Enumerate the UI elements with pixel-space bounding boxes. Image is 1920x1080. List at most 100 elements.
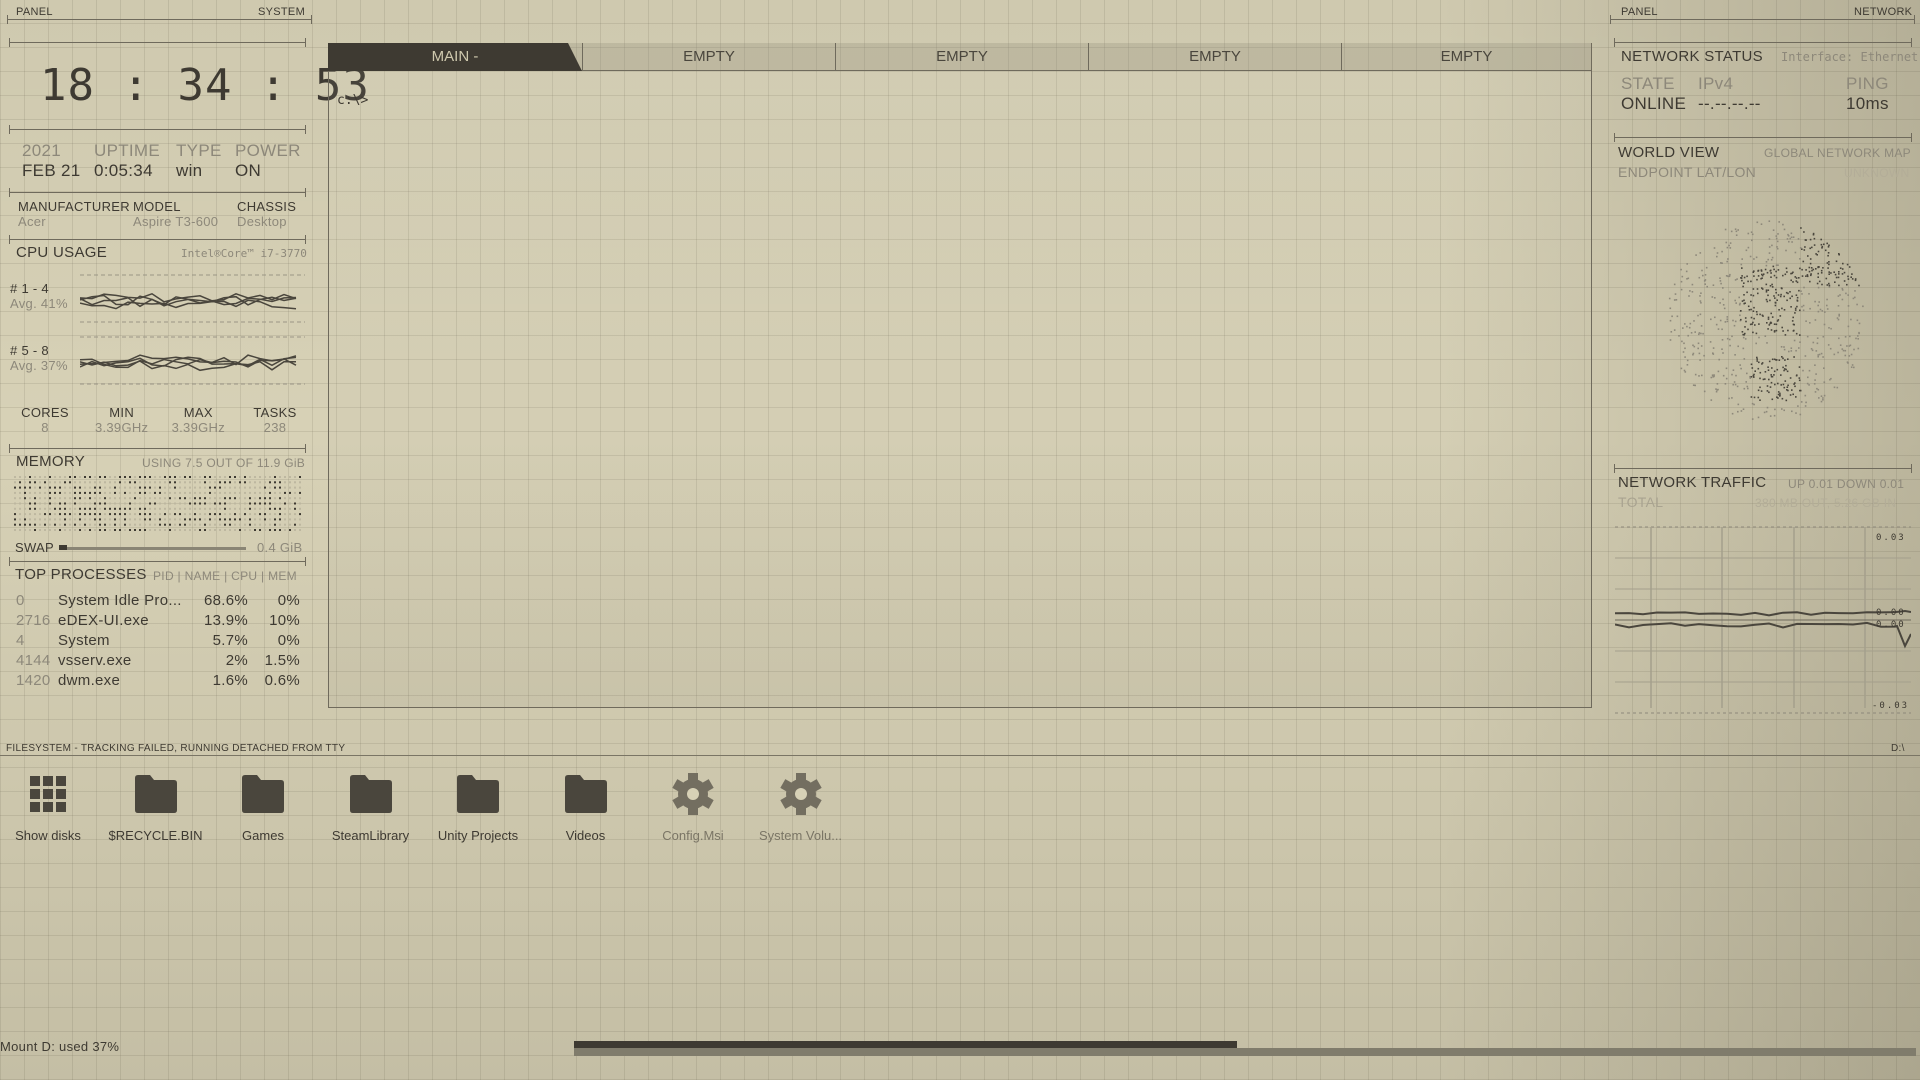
tab-empty-4[interactable]: EMPTY (1341, 43, 1591, 71)
filesystem-item[interactable]: Show disks (0, 772, 98, 843)
memory-cell (69, 529, 71, 531)
memory-cell (84, 497, 86, 500)
filesystem-item[interactable]: Games (213, 772, 313, 843)
process-row[interactable]: 4 System 5.7% 0% (16, 632, 300, 652)
memory-cell (19, 507, 21, 510)
tick-mid-down: 0.00 (1876, 620, 1906, 630)
memory-cell (149, 491, 151, 494)
memory-cell (259, 502, 261, 505)
memory-cell (189, 502, 191, 505)
globe-point (1731, 335, 1733, 338)
globe[interactable] (1650, 205, 1880, 435)
memory-cell (159, 529, 161, 531)
memory-cell (284, 502, 286, 505)
filesystem-item[interactable]: $RECYCLE.BIN (106, 772, 206, 843)
memory-cell (89, 481, 91, 484)
memory-cell (29, 518, 31, 521)
globe-point (1743, 299, 1745, 302)
memory-cell (39, 497, 41, 500)
globe-point (1814, 319, 1817, 321)
globe-point (1698, 375, 1700, 377)
memory-cell (174, 476, 176, 478)
memory-cell (199, 513, 201, 516)
globe-point (1759, 377, 1761, 380)
globe-point (1741, 331, 1744, 333)
memory-cell (14, 476, 16, 478)
globe-point (1769, 386, 1772, 388)
memory-cell (124, 502, 126, 505)
globe-point (1784, 380, 1787, 382)
process-row[interactable]: 1420 dwm.exe 1.6% 0.6% (16, 672, 300, 692)
memory-cell (79, 481, 81, 484)
process-row[interactable]: 2716 eDEX-UI.exe 13.9% 10% (16, 612, 300, 632)
globe-point (1828, 286, 1831, 288)
globe-point (1782, 330, 1784, 332)
globe-point (1827, 267, 1829, 269)
memory-cell (194, 481, 196, 484)
globe-point (1848, 355, 1851, 357)
globe-point (1802, 369, 1804, 372)
filesystem-item[interactable]: System Volu... (751, 772, 851, 843)
globe-point (1731, 397, 1733, 399)
globe-point (1786, 238, 1789, 240)
tab-empty-3[interactable]: EMPTY (1088, 43, 1341, 71)
memory-cell (39, 481, 41, 484)
filesystem-item[interactable]: Unity Projects (428, 772, 528, 843)
memory-cell (229, 476, 231, 478)
memory-cell (89, 507, 91, 510)
memory-cell (44, 529, 46, 531)
filesystem-item[interactable]: Videos (536, 772, 636, 843)
process-row[interactable]: 0 System Idle Pro... 68.6% 0% (16, 592, 300, 612)
globe-point (1684, 323, 1686, 325)
memory-cell (134, 491, 136, 494)
globe-point (1756, 221, 1759, 224)
globe-point (1715, 323, 1718, 326)
terminal-prompt[interactable]: c:\> (337, 93, 368, 108)
globe-point (1770, 259, 1773, 261)
memory-cell (134, 507, 136, 510)
memory-cell (99, 476, 101, 478)
tab-main[interactable]: MAIN - (328, 43, 582, 71)
globe-point (1817, 388, 1820, 391)
tab-empty-1[interactable]: EMPTY (582, 43, 835, 71)
globe-point (1838, 271, 1840, 273)
memory-cell (109, 486, 111, 489)
memory-cell (229, 523, 231, 526)
process-row[interactable]: 4144 vsserv.exe 2% 1.5% (16, 652, 300, 672)
globe-point (1789, 377, 1792, 379)
globe-point (1729, 344, 1731, 347)
terminal-window[interactable]: MAIN - EMPTY EMPTY EMPTY EMPTY c:\> (328, 43, 1592, 708)
tab-empty-2[interactable]: EMPTY (835, 43, 1088, 71)
memory-cell (289, 518, 291, 521)
memory-cell (244, 486, 246, 489)
globe-point (1755, 332, 1758, 335)
globe-point (1835, 276, 1838, 279)
globe-point (1674, 293, 1677, 295)
memory-cell (184, 481, 186, 484)
memory-cell (179, 486, 181, 489)
memory-cell (149, 502, 151, 505)
filesystem-item[interactable]: Config.Msi (643, 772, 743, 843)
memory-cell (234, 476, 236, 478)
globe-point (1765, 264, 1768, 267)
globe-point (1752, 321, 1754, 324)
filesystem-item[interactable]: SteamLibrary (321, 772, 421, 843)
memory-cell (104, 529, 106, 531)
globe-point (1750, 231, 1753, 233)
memory-cell (69, 491, 71, 494)
memory-cell (144, 476, 146, 478)
memory-cell (139, 529, 141, 531)
globe-point (1745, 320, 1747, 323)
globe-point (1722, 287, 1724, 289)
memory-cell (264, 497, 266, 500)
globe-point (1734, 383, 1737, 386)
filesystem-item-label: Videos (565, 828, 606, 843)
globe-point (1680, 280, 1683, 283)
memory-cell (144, 523, 146, 526)
globe-point (1737, 410, 1739, 413)
globe-point (1804, 355, 1807, 357)
memory-cell (204, 481, 206, 484)
memory-cell (264, 513, 266, 516)
memory-cell (84, 502, 86, 505)
globe-point (1750, 300, 1752, 303)
